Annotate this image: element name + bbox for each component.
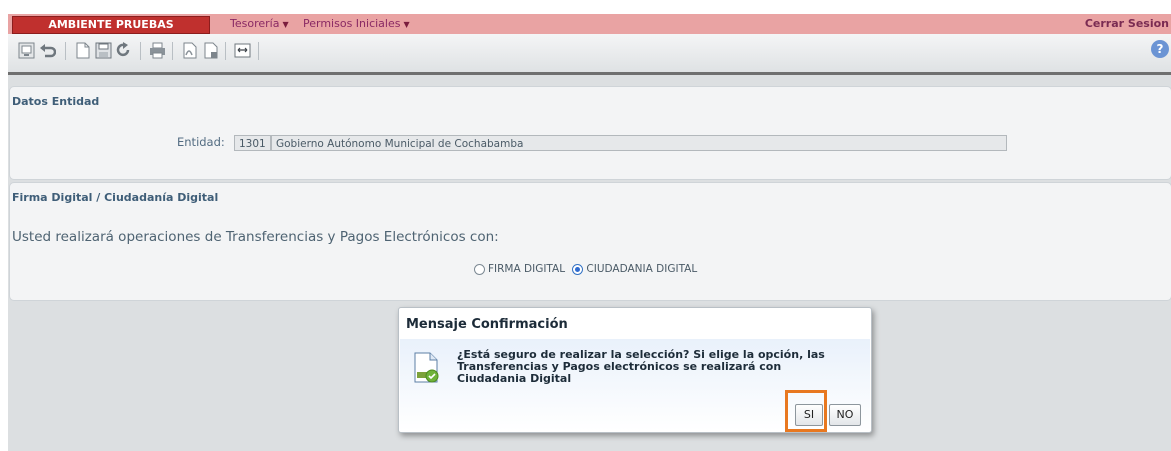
entity-label: Entidad:	[177, 135, 225, 149]
document-check-icon	[414, 352, 439, 383]
signature-panel-title: Firma Digital / Ciudadanía Digital	[12, 191, 219, 204]
save-icon[interactable]	[95, 42, 112, 59]
signature-options: FIRMA DIGITAL CIUDADANIA DIGITAL	[474, 263, 701, 275]
radio-firma-digital-label: FIRMA DIGITAL	[488, 263, 566, 275]
entity-name-field[interactable]: Gobierno Autónomo Municipal de Cochabamb…	[271, 135, 1007, 151]
dialog-title: Mensaje Confirmación	[406, 317, 568, 332]
print-icon[interactable]	[149, 42, 166, 59]
redo-icon[interactable]	[116, 42, 133, 59]
menu-permisos-label: Permisos Iniciales	[303, 17, 401, 30]
dialog-message-line: Ciudadania Digital	[457, 372, 572, 385]
menu-permisos-iniciales[interactable]: Permisos Iniciales ▼	[303, 17, 410, 30]
toolbar-separator	[225, 42, 226, 60]
signature-instruction-text: Usted realizará operaciones de Transfere…	[12, 229, 499, 245]
toolbar: ?	[8, 34, 1171, 75]
menu-tesoreria[interactable]: Tesorería ▼	[230, 17, 289, 30]
entity-panel: Datos Entidad Entidad: 1301 Gobierno Aut…	[9, 86, 1171, 180]
top-bar: AMBIENTE PRUEBAS Tesorería ▼ Permisos Ini…	[8, 14, 1171, 34]
toolbar-separator	[140, 42, 141, 60]
undo-icon[interactable]	[39, 42, 57, 59]
screen-icon[interactable]	[18, 42, 35, 59]
chevron-down-icon: ▼	[282, 20, 289, 29]
toolbar-separator	[258, 42, 259, 60]
radio-ciudadania-digital-label: CIUDADANIA DIGITAL	[586, 263, 698, 275]
entity-panel-title: Datos Entidad	[12, 95, 100, 108]
radio-firma-digital[interactable]	[474, 263, 485, 275]
no-button[interactable]: NO	[829, 404, 861, 426]
help-icon[interactable]: ?	[1151, 40, 1169, 58]
toolbar-separator	[65, 42, 66, 60]
environment-badge: AMBIENTE PRUEBAS	[12, 16, 210, 34]
menu-tesoreria-label: Tesorería	[230, 17, 280, 30]
logout-link[interactable]: Cerrar Sesion	[1085, 17, 1169, 30]
radio-ciudadania-digital[interactable]	[572, 263, 584, 275]
fullscreen-icon[interactable]	[234, 42, 251, 59]
pdf-export-icon[interactable]	[181, 42, 198, 59]
dialog-message: ¿Está seguro de realizar la selección? S…	[457, 349, 862, 385]
signature-panel: Firma Digital / Ciudadanía Digital Usted…	[9, 182, 1171, 301]
toolbar-separator	[172, 42, 173, 60]
yes-button-highlight	[785, 390, 827, 432]
new-document-icon[interactable]	[74, 42, 91, 59]
entity-code-field[interactable]: 1301	[234, 135, 271, 151]
chevron-down-icon: ▼	[403, 20, 410, 29]
excel-export-icon[interactable]	[202, 42, 219, 59]
